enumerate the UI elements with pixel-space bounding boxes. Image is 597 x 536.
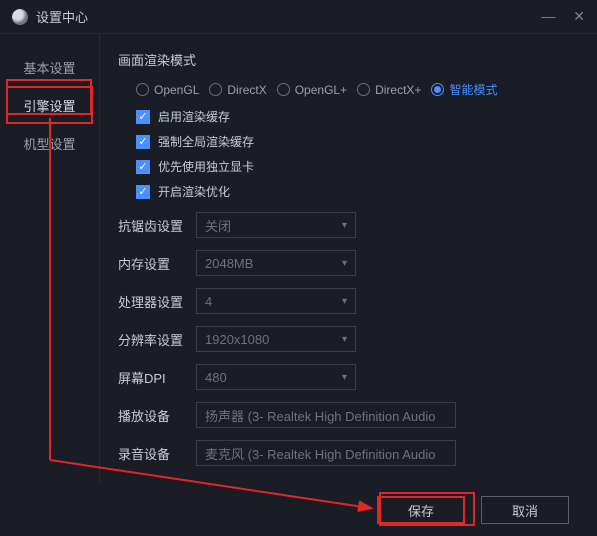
check-render-optimize[interactable]: ✓开启渲染优化 bbox=[136, 183, 579, 200]
radio-smart[interactable]: 智能模式 bbox=[431, 81, 497, 98]
window-title: 设置中心 bbox=[36, 7, 541, 26]
radio-dot-icon bbox=[357, 83, 370, 96]
radio-dot-icon bbox=[277, 83, 290, 96]
radio-dot-icon bbox=[136, 83, 149, 96]
window-buttons: — ✕ bbox=[541, 8, 585, 25]
chevron-down-icon: ▾ bbox=[342, 334, 347, 345]
save-button[interactable]: 保存 bbox=[377, 496, 465, 524]
content-pane: 画面渲染模式 OpenGL DirectX OpenGL+ DirectX+ 智… bbox=[100, 34, 597, 484]
titlebar: 设置中心 — ✕ bbox=[0, 0, 597, 34]
select-resolution[interactable]: 1920x1080▾ bbox=[196, 326, 356, 352]
minimize-button[interactable]: — bbox=[541, 8, 555, 25]
radio-directx[interactable]: DirectX bbox=[209, 81, 266, 98]
checkbox-icon: ✓ bbox=[136, 135, 150, 149]
cancel-button[interactable]: 取消 bbox=[481, 496, 569, 524]
sidebar-item-model[interactable]: 机型设置 bbox=[0, 124, 99, 162]
chevron-down-icon: ▾ bbox=[342, 220, 347, 231]
select-antialias[interactable]: 关闭▾ bbox=[196, 212, 356, 238]
select-playback[interactable]: 扬声器 (3- Realtek High Definition Audio bbox=[196, 402, 456, 428]
label-playback: 播放设备 bbox=[118, 406, 196, 425]
app-logo-icon bbox=[12, 9, 28, 25]
sidebar-item-engine[interactable]: 引擎设置 bbox=[6, 86, 93, 124]
check-force-global-cache[interactable]: ✓强制全局渲染缓存 bbox=[136, 133, 579, 150]
radio-opengl[interactable]: OpenGL bbox=[136, 81, 199, 98]
radio-directxplus[interactable]: DirectX+ bbox=[357, 81, 421, 98]
label-record: 录音设备 bbox=[118, 444, 196, 463]
radio-dot-icon bbox=[209, 83, 222, 96]
close-button[interactable]: ✕ bbox=[573, 8, 585, 25]
render-mode-radios: OpenGL DirectX OpenGL+ DirectX+ 智能模式 bbox=[136, 81, 579, 98]
sidebar: 基本设置 引擎设置 机型设置 bbox=[0, 34, 100, 484]
sidebar-item-basic[interactable]: 基本设置 bbox=[0, 48, 99, 86]
select-cpu[interactable]: 4▾ bbox=[196, 288, 356, 314]
label-dpi: 屏幕DPI bbox=[118, 368, 196, 387]
label-resolution: 分辨率设置 bbox=[118, 330, 196, 349]
chevron-down-icon: ▾ bbox=[342, 296, 347, 307]
label-antialias: 抗锯齿设置 bbox=[118, 216, 196, 235]
footer: 保存 取消 bbox=[0, 484, 597, 536]
label-cpu: 处理器设置 bbox=[118, 292, 196, 311]
select-dpi[interactable]: 480▾ bbox=[196, 364, 356, 390]
check-render-cache[interactable]: ✓启用渲染缓存 bbox=[136, 108, 579, 125]
checkbox-icon: ✓ bbox=[136, 160, 150, 174]
chevron-down-icon: ▾ bbox=[342, 372, 347, 383]
radio-dot-icon bbox=[431, 83, 444, 96]
checkbox-icon: ✓ bbox=[136, 185, 150, 199]
check-prefer-dgpu[interactable]: ✓优先使用独立显卡 bbox=[136, 158, 579, 175]
chevron-down-icon: ▾ bbox=[342, 258, 347, 269]
radio-openglplus[interactable]: OpenGL+ bbox=[277, 81, 347, 98]
render-mode-title: 画面渲染模式 bbox=[118, 50, 579, 69]
label-memory: 内存设置 bbox=[118, 254, 196, 273]
select-memory[interactable]: 2048MB▾ bbox=[196, 250, 356, 276]
checkbox-icon: ✓ bbox=[136, 110, 150, 124]
select-record[interactable]: 麦克风 (3- Realtek High Definition Audio bbox=[196, 440, 456, 466]
